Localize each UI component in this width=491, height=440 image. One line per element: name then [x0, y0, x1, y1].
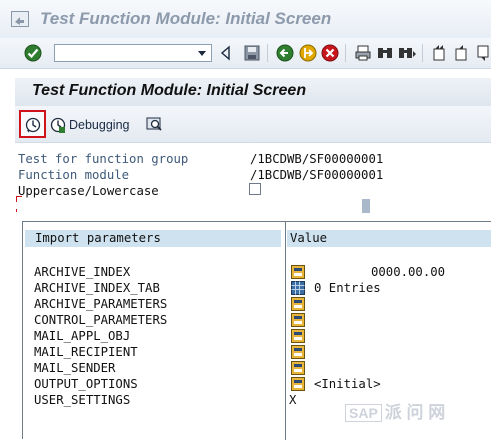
structure-icon[interactable]	[291, 345, 305, 359]
structure-icon[interactable]	[291, 361, 305, 375]
param-value[interactable]: <Initial>	[314, 377, 381, 391]
param-value[interactable]: 0 Entries	[314, 281, 381, 295]
param-name: MAIL_SENDER	[34, 361, 116, 375]
command-dropdown-icon[interactable]	[195, 45, 209, 61]
execute-button[interactable]	[19, 110, 46, 138]
back-icon[interactable]	[276, 44, 294, 62]
execute-icon	[25, 117, 41, 133]
param-name: OUTPUT_OPTIONS	[34, 377, 138, 391]
function-group-label: Test for function group	[18, 152, 189, 166]
sap-menu-icon[interactable]	[11, 11, 29, 27]
param-name: ARCHIVE_INDEX_TAB	[34, 281, 160, 295]
toolbar-separator	[345, 44, 346, 62]
param-name: MAIL_APPL_OBJ	[34, 329, 131, 343]
param-name: ARCHIVE_PARAMETERS	[34, 297, 168, 311]
scroll-marker[interactable]	[362, 199, 370, 213]
param-name: ARCHIVE_INDEX	[34, 265, 131, 279]
watermark-text: 派 问 网	[384, 403, 446, 422]
command-input[interactable]	[55, 45, 199, 61]
exit-icon[interactable]	[299, 44, 317, 62]
table-icon[interactable]	[291, 281, 305, 295]
watermark-brand: SAP	[345, 404, 382, 422]
cancel-icon[interactable]	[321, 44, 339, 62]
structure-icon[interactable]	[291, 329, 305, 343]
structure-icon[interactable]	[291, 313, 305, 327]
window-title: Test Function Module: Initial Screen	[40, 9, 332, 28]
toolbar-separator	[267, 44, 268, 62]
next-page-icon[interactable]	[475, 44, 491, 61]
structure-icon[interactable]	[291, 297, 305, 311]
function-group-value: /1BCDWB/SF00000001	[250, 152, 384, 166]
screen-header: Test Function Module: Initial Screen	[15, 78, 491, 106]
param-name: CONTROL_PARAMETERS	[34, 313, 168, 327]
find-icon[interactable]	[376, 44, 394, 60]
param-value[interactable]: X	[289, 393, 296, 407]
param-value[interactable]: 0000.00.00	[371, 265, 445, 279]
debugging-label: Debugging	[69, 118, 130, 132]
first-page-icon[interactable]	[431, 44, 449, 61]
title-bar: Test Function Module: Initial Screen	[0, 0, 491, 38]
column-divider	[285, 222, 286, 440]
uppercase-lowercase-checkbox[interactable]	[249, 183, 261, 195]
structure-icon[interactable]	[291, 377, 305, 391]
function-module-value: /1BCDWB/SF00000001	[250, 168, 384, 182]
import-parameters-header: Import parameters	[25, 230, 281, 247]
save-icon[interactable]	[243, 44, 261, 61]
function-module-label: Function module	[18, 168, 130, 182]
param-name: USER_SETTINGS	[34, 393, 131, 407]
value-label: Value	[290, 231, 328, 245]
command-field[interactable]	[54, 44, 212, 62]
previous-page-icon[interactable]	[453, 44, 471, 61]
test-data-directory-icon[interactable]	[146, 116, 164, 133]
corner-marker	[16, 209, 22, 212]
print-icon[interactable]	[354, 44, 372, 61]
watermark: SAP 派 问 网	[345, 398, 485, 424]
uppercase-lowercase-label: Uppercase/Lowercase	[18, 184, 159, 198]
enter-icon[interactable]	[24, 44, 42, 62]
param-name: MAIL_RECIPIENT	[34, 345, 138, 359]
corner-marker	[16, 196, 22, 202]
find-next-icon[interactable]	[398, 44, 416, 60]
debugging-icon	[50, 117, 66, 133]
value-header: Value	[287, 230, 491, 247]
import-parameters-label: Import parameters	[35, 231, 161, 245]
toolbar-separator	[422, 44, 423, 62]
screen-title: Test Function Module: Initial Screen	[32, 82, 307, 99]
structure-icon[interactable]	[291, 265, 305, 279]
back-arrow-icon[interactable]	[219, 44, 237, 61]
